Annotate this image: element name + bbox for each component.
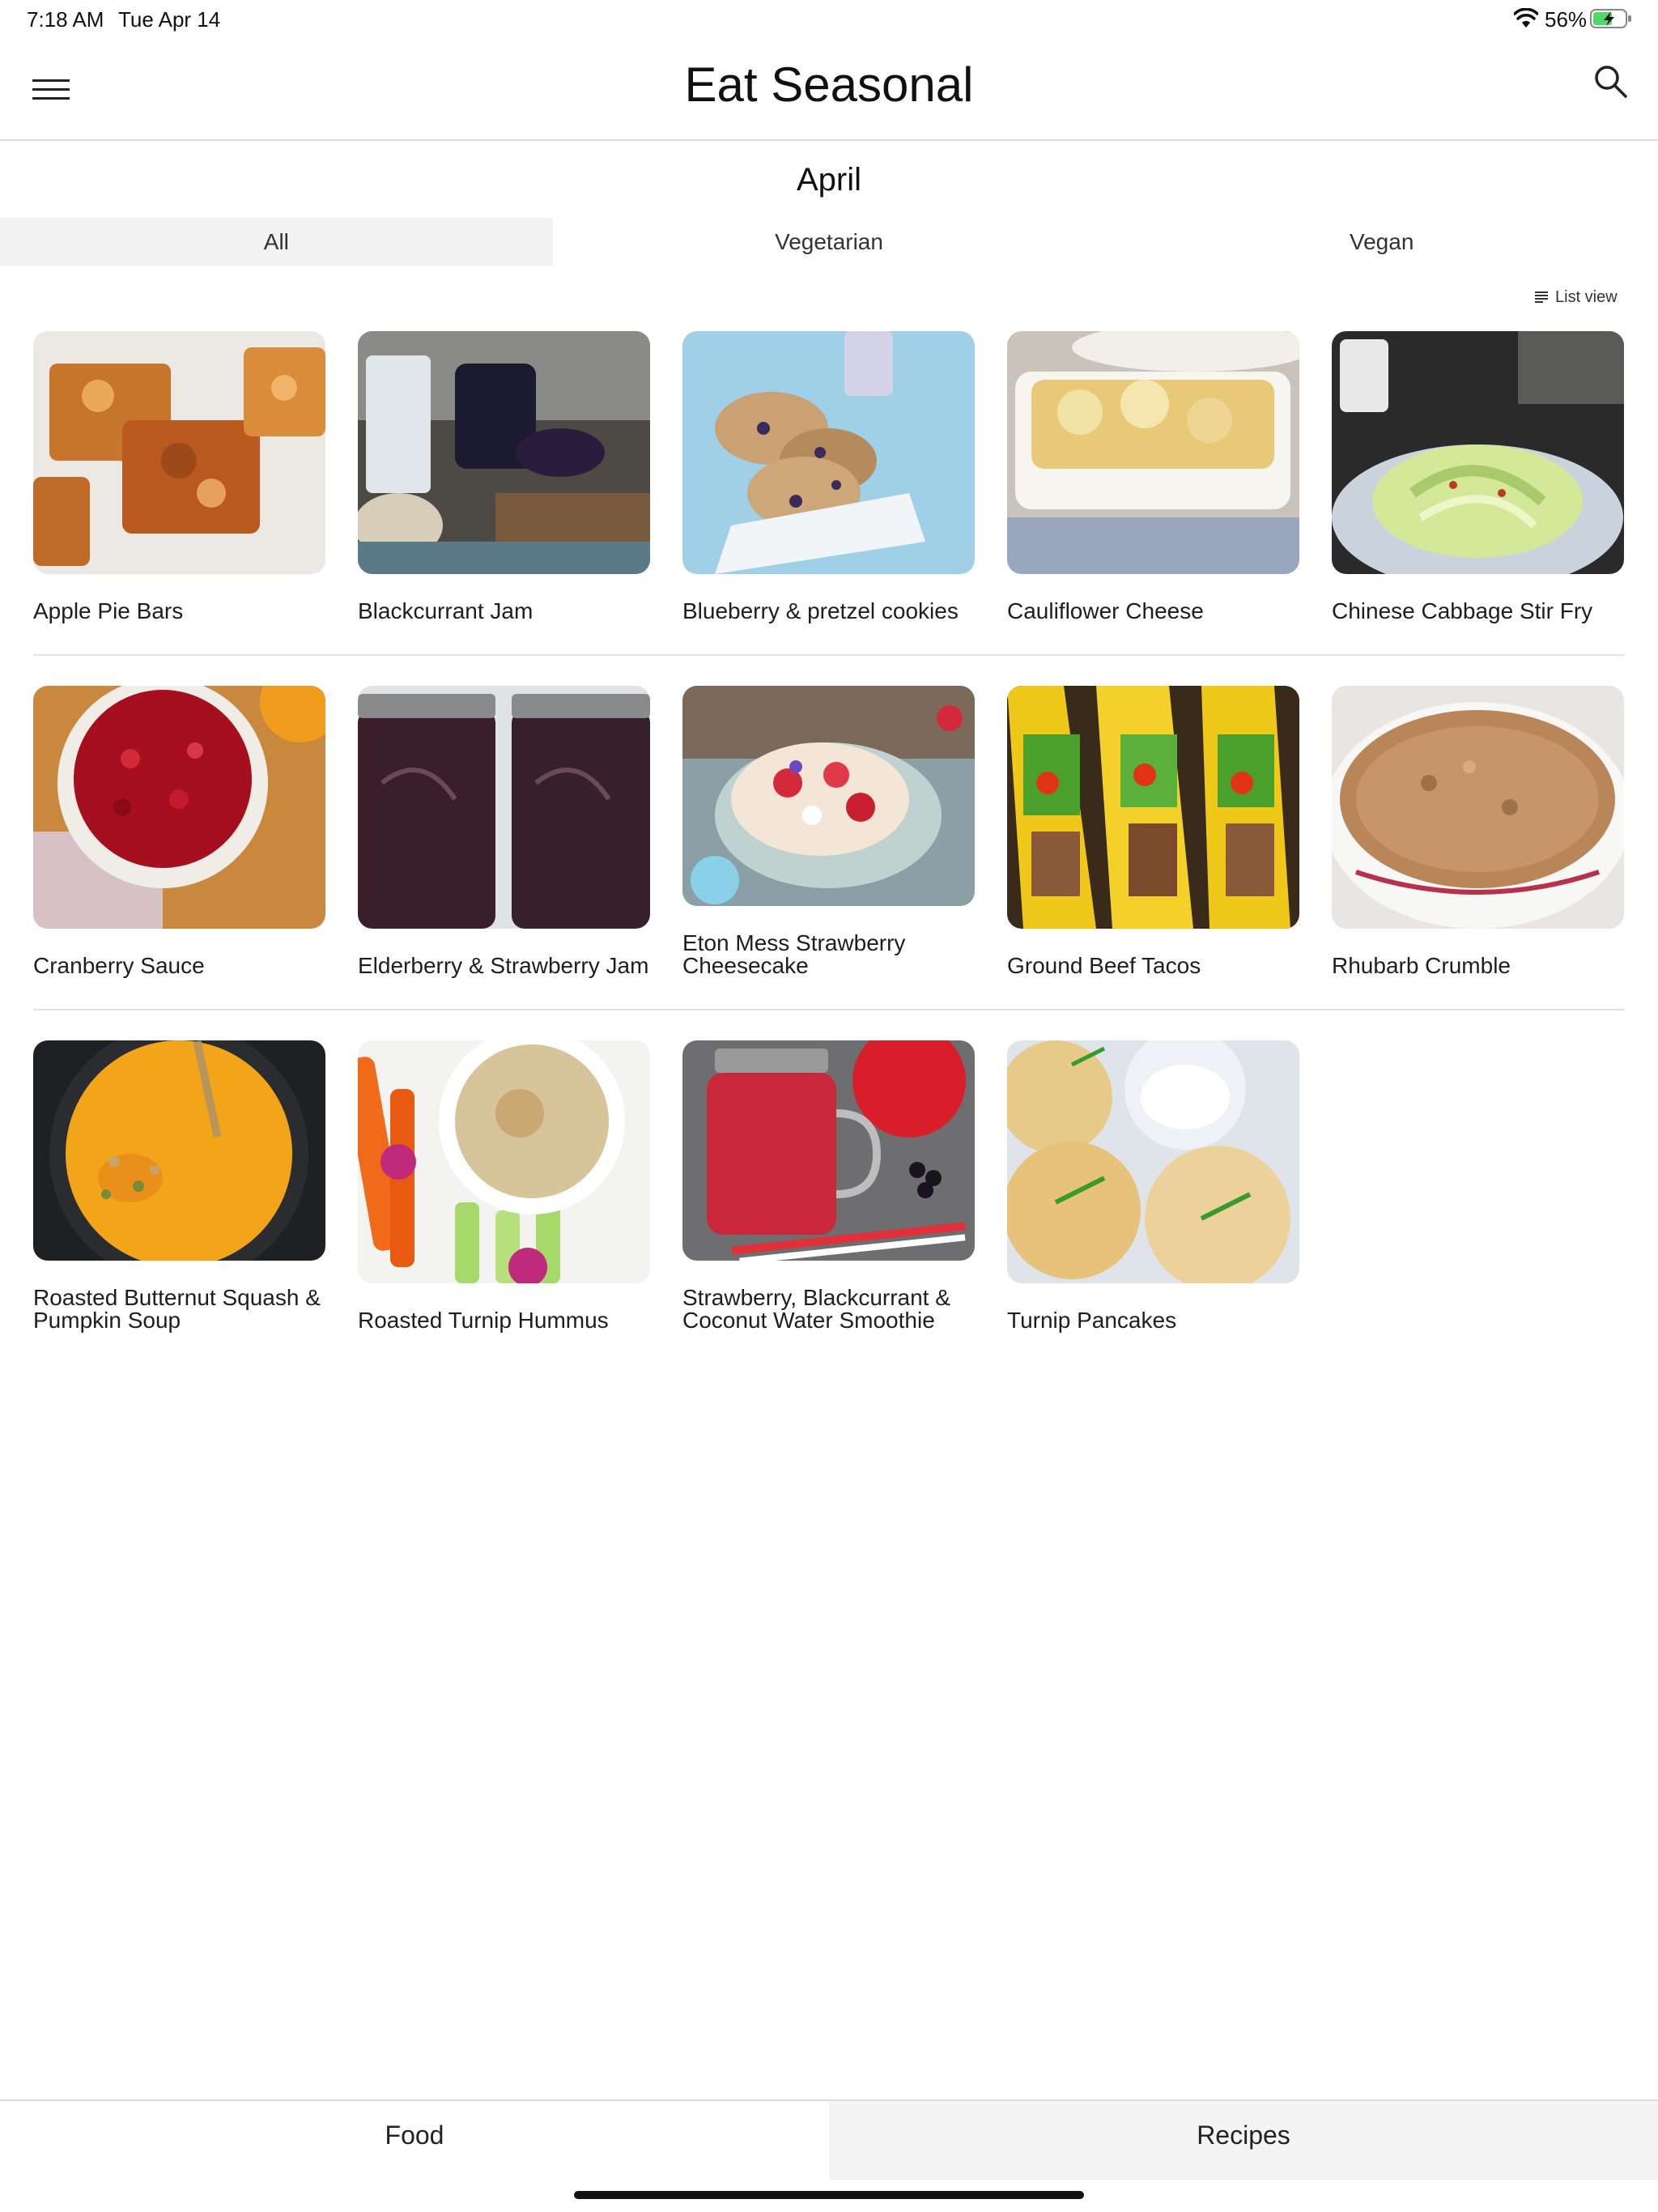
- recipe-card-cauliflower-cheese[interactable]: Cauliflower Cheese: [1007, 331, 1299, 623]
- recipe-title: Cranberry Sauce: [33, 953, 205, 978]
- diet-filter-tabs: All Vegetarian Vegan: [0, 218, 1658, 266]
- recipe-image: [358, 331, 650, 574]
- recipe-image: [1007, 686, 1299, 929]
- status-date: Tue Apr 14: [118, 7, 221, 32]
- month-heading: April: [796, 162, 862, 198]
- recipe-image: [682, 331, 975, 574]
- recipe-image: [33, 1040, 325, 1261]
- recipe-title: Blackcurrant Jam: [358, 598, 534, 623]
- recipe-card-cranberry-sauce[interactable]: Cranberry Sauce: [33, 686, 325, 977]
- home-indicator[interactable]: [574, 2191, 1084, 2199]
- recipe-image: [33, 331, 325, 574]
- wifi-icon: [1514, 8, 1538, 28]
- recipe-image: [1332, 686, 1624, 929]
- recipe-card-strawberry-blackcurrant-smoothie[interactable]: Strawberry, Blackcurrant & Coconut Water…: [682, 1040, 975, 1332]
- recipe-image: [358, 686, 650, 929]
- list-view-toggle[interactable]: List view: [1534, 286, 1618, 308]
- battery-charging-icon: [1590, 9, 1631, 28]
- search-icon[interactable]: [1591, 62, 1630, 100]
- app-header: Eat Seasonal: [0, 40, 1658, 141]
- recipe-image: [33, 686, 325, 929]
- recipe-card-elderberry-strawberry-jam[interactable]: Elderberry & Strawberry Jam: [358, 686, 650, 977]
- recipe-title: Strawberry, Blackcurrant & Coconut Water…: [682, 1285, 950, 1333]
- recipe-title: Chinese Cabbage Stir Fry: [1332, 598, 1593, 623]
- recipe-image: [682, 1040, 975, 1261]
- recipe-title: Turnip Pancakes: [1007, 1308, 1177, 1333]
- status-time: 7:18 AM: [27, 7, 104, 32]
- list-icon: [1535, 291, 1548, 303]
- recipe-card-chinese-cabbage-stir-fry[interactable]: Chinese Cabbage Stir Fry: [1332, 331, 1624, 623]
- recipe-row: Roasted Butternut Squash & Pumpkin Soup …: [33, 1040, 1625, 1395]
- battery-percentage: 56%: [1545, 7, 1588, 32]
- recipe-title: Apple Pie Bars: [33, 598, 184, 623]
- tab-all[interactable]: All: [0, 218, 553, 266]
- status-bar: 7:18 AM Tue Apr 14 56%: [0, 0, 1658, 40]
- recipe-title: Roasted Turnip Hummus: [358, 1308, 609, 1333]
- recipe-image: [1332, 331, 1624, 574]
- recipe-card-rhubarb-crumble[interactable]: Rhubarb Crumble: [1332, 686, 1624, 977]
- recipe-card-turnip-pancakes[interactable]: Turnip Pancakes: [1007, 1040, 1299, 1332]
- recipe-card-roasted-butternut-squash-pumpkin-soup[interactable]: Roasted Butternut Squash & Pumpkin Soup: [33, 1040, 325, 1332]
- recipe-grid: Apple Pie Bars Blackcurrant Jam Blueberr…: [33, 331, 1625, 1395]
- recipe-title: Blueberry & pretzel cookies: [682, 598, 959, 623]
- recipe-title: Cauliflower Cheese: [1007, 598, 1204, 623]
- recipe-card-roasted-turnip-hummus[interactable]: Roasted Turnip Hummus: [358, 1040, 650, 1332]
- recipe-title: Eton Mess Strawberry Cheesecake: [682, 930, 906, 978]
- tab-recipes[interactable]: Recipes: [829, 2101, 1658, 2180]
- bottom-tab-bar: Food Recipes: [0, 2099, 1658, 2180]
- tab-food[interactable]: Food: [0, 2101, 829, 2180]
- recipe-title: Rhubarb Crumble: [1332, 953, 1511, 978]
- recipe-title: Elderberry & Strawberry Jam: [358, 953, 649, 978]
- recipe-card-eton-mess-strawberry-cheesecake[interactable]: Eton Mess Strawberry Cheesecake: [682, 686, 975, 977]
- list-view-label: List view: [1555, 287, 1618, 306]
- recipe-image: [682, 686, 975, 906]
- recipe-card-apple-pie-bars[interactable]: Apple Pie Bars: [33, 331, 325, 623]
- recipe-card-ground-beef-tacos[interactable]: Ground Beef Tacos: [1007, 686, 1299, 977]
- app-title: Eat Seasonal: [684, 57, 974, 112]
- recipe-image: [358, 1040, 650, 1283]
- recipe-image: [1007, 331, 1299, 574]
- recipe-row: Cranberry Sauce Elderberry & Strawberry …: [33, 686, 1625, 1040]
- recipe-card-blackcurrant-jam[interactable]: Blackcurrant Jam: [358, 331, 650, 623]
- recipe-title: Roasted Butternut Squash & Pumpkin Soup: [33, 1285, 321, 1333]
- tab-vegetarian[interactable]: Vegetarian: [553, 218, 1106, 266]
- recipe-image: [1007, 1040, 1299, 1283]
- recipe-title: Ground Beef Tacos: [1007, 953, 1201, 978]
- recipe-row: Apple Pie Bars Blackcurrant Jam Blueberr…: [33, 331, 1625, 686]
- tab-vegan[interactable]: Vegan: [1105, 218, 1658, 266]
- recipe-card-blueberry-pretzel-cookies[interactable]: Blueberry & pretzel cookies: [682, 331, 975, 623]
